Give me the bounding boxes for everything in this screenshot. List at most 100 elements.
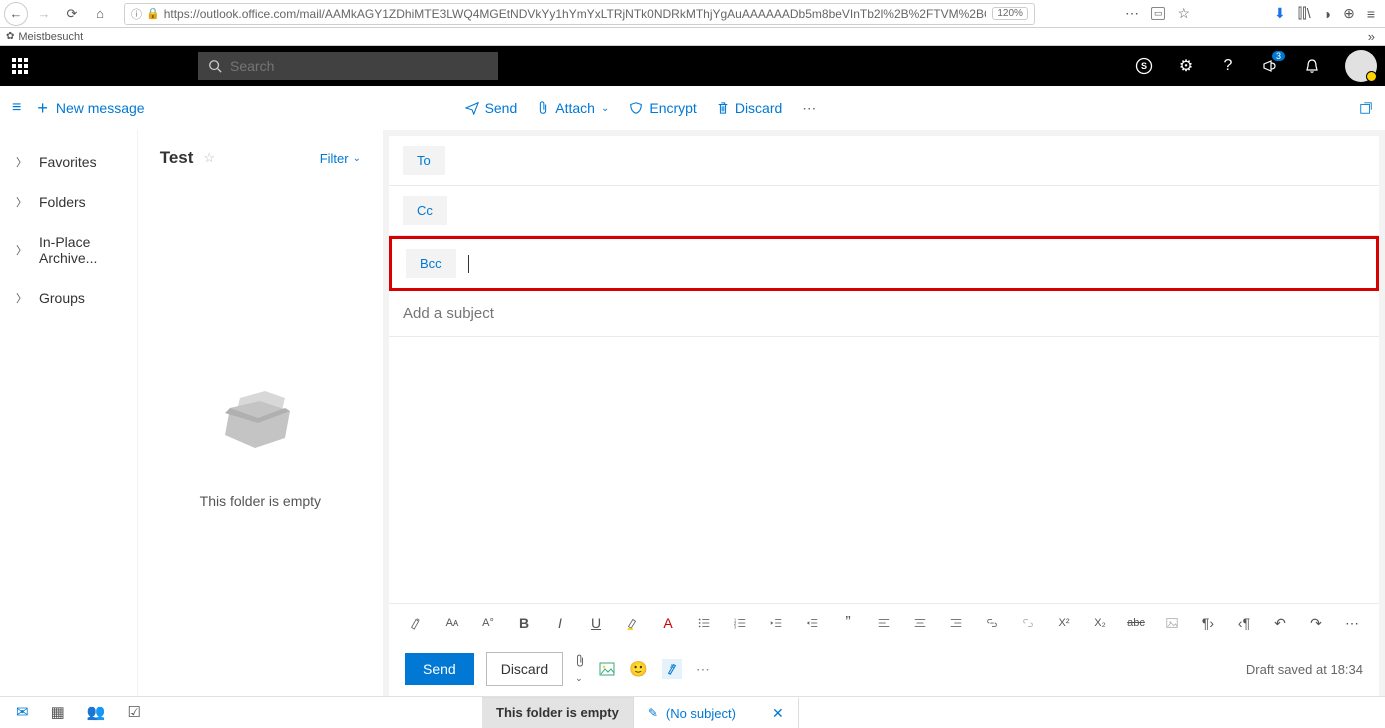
hamburger-icon[interactable]: ≡ — [12, 99, 21, 117]
bell-icon[interactable] — [1303, 57, 1321, 75]
bcc-label[interactable]: Bcc — [406, 249, 456, 278]
outdent-icon[interactable] — [765, 612, 787, 634]
reader-icon[interactable]: ▭ — [1151, 7, 1166, 20]
highlight-icon[interactable] — [621, 612, 643, 634]
url-bar[interactable]: ⓘ 🔒 https://outlook.office.com/mail/AAMk… — [124, 3, 1035, 25]
insert-picture-icon[interactable] — [599, 662, 615, 676]
mail-module-icon[interactable]: ✉ — [16, 703, 29, 721]
forward-button[interactable]: → — [32, 2, 56, 26]
emoji-icon[interactable]: 🙂 — [629, 660, 648, 678]
announce-icon[interactable]: 3 — [1261, 57, 1279, 75]
bookmark-item[interactable]: Meistbesucht — [18, 31, 83, 43]
bookmark-star-icon[interactable]: ☆ — [1177, 5, 1190, 22]
format-painter-icon[interactable] — [405, 612, 427, 634]
popout-icon[interactable] — [1359, 101, 1373, 115]
tasks-module-icon[interactable]: ☑ — [127, 703, 140, 721]
ltr-icon[interactable]: ¶› — [1197, 612, 1219, 634]
format-more-icon[interactable]: ⋯ — [1341, 612, 1363, 634]
send-more-icon[interactable]: ⋯ — [696, 661, 710, 678]
nav-groups[interactable]: 〉Groups — [0, 278, 137, 318]
app-launcher-icon[interactable] — [12, 58, 28, 74]
shield-icon[interactable]: ⊕ — [1343, 5, 1355, 22]
align-left-icon[interactable] — [873, 612, 895, 634]
tab-folder[interactable]: This folder is empty — [482, 697, 634, 728]
command-bar: ≡ + New message Send Attach ⌄ Encrypt Di… — [0, 86, 1385, 130]
favorite-star-icon[interactable]: ☆ — [203, 150, 215, 166]
nav-folders[interactable]: 〉Folders — [0, 182, 137, 222]
info-icon: ⓘ — [131, 6, 142, 22]
trash-icon — [717, 101, 729, 115]
more-icon[interactable]: ⋯ — [1125, 5, 1139, 22]
send-action[interactable]: Send — [465, 100, 518, 116]
app-header: S ⚙ ? 3 — [0, 46, 1385, 86]
reload-button[interactable]: ⟳ — [60, 2, 84, 26]
nav-archive[interactable]: 〉In-Place Archive... — [0, 222, 137, 278]
downloads-icon[interactable]: ⬇ — [1274, 5, 1286, 22]
send-row: Send Discard ⌄ 🙂 A ⋯ Draft saved at 18:3… — [389, 642, 1379, 696]
to-label[interactable]: To — [403, 146, 445, 175]
left-nav: 〉Favorites 〉Folders 〉In-Place Archive...… — [0, 130, 137, 696]
underline-icon[interactable]: U — [585, 612, 607, 634]
cc-label[interactable]: Cc — [403, 196, 447, 225]
nav-favorites[interactable]: 〉Favorites — [0, 142, 137, 182]
font-icon[interactable]: Aᴀ — [441, 612, 463, 634]
link-icon[interactable] — [981, 612, 1003, 634]
library-icon[interactable]: ⫿⫿\ — [1298, 5, 1311, 22]
unlink-icon[interactable] — [1017, 612, 1039, 634]
subscript-icon[interactable]: X₂ — [1089, 612, 1111, 634]
to-input[interactable] — [455, 153, 1365, 169]
attach-dropdown-icon[interactable]: ⌄ — [575, 654, 585, 684]
search-box[interactable] — [198, 52, 498, 80]
empty-state: This folder is empty — [138, 176, 383, 696]
chevron-right-icon: 〉 — [16, 290, 27, 306]
cc-input[interactable] — [457, 203, 1365, 219]
more-actions-icon[interactable]: ⋯ — [802, 100, 816, 117]
chevron-down-icon: ⌄ — [601, 103, 609, 114]
svg-text:S: S — [1141, 61, 1147, 71]
bookmarks-overflow-icon[interactable]: » — [1368, 29, 1379, 44]
close-icon[interactable]: ✕ — [772, 705, 784, 722]
menu-icon[interactable]: ≡ — [1367, 6, 1375, 22]
subject-input[interactable] — [403, 305, 1365, 322]
people-module-icon[interactable]: 👥 — [87, 703, 106, 721]
skype-icon[interactable]: S — [1135, 57, 1153, 75]
encrypt-action[interactable]: Encrypt — [629, 100, 696, 116]
to-row: To — [389, 136, 1379, 186]
italic-icon[interactable]: I — [549, 612, 571, 634]
avatar[interactable] — [1345, 50, 1377, 82]
bold-icon[interactable]: B — [513, 612, 535, 634]
font-size-icon[interactable]: A° — [477, 612, 499, 634]
send-button[interactable]: Send — [405, 653, 474, 685]
indent-icon[interactable] — [801, 612, 823, 634]
font-color-icon[interactable]: A — [657, 612, 679, 634]
bottom-bar: ✉ ▦ 👥 ☑ This folder is empty ✎ (No subje… — [0, 696, 1385, 727]
bcc-input[interactable] — [475, 256, 1362, 272]
filter-button[interactable]: Filter ⌄ — [320, 151, 361, 166]
align-center-icon[interactable] — [909, 612, 931, 634]
message-body[interactable] — [389, 337, 1379, 603]
insert-image-icon[interactable] — [1161, 612, 1183, 634]
rtl-icon[interactable]: ‹¶ — [1233, 612, 1255, 634]
redo-icon[interactable]: ↷ — [1305, 612, 1327, 634]
back-button[interactable]: ← — [4, 2, 28, 26]
align-right-icon[interactable] — [945, 612, 967, 634]
tab-draft[interactable]: ✎ (No subject) ✕ — [634, 697, 799, 728]
numbering-icon[interactable]: 123 — [729, 612, 751, 634]
settings-icon[interactable]: ⚙ — [1177, 57, 1195, 75]
strikethrough-icon[interactable]: abc — [1125, 612, 1147, 634]
signature-icon[interactable]: A — [662, 659, 682, 679]
superscript-icon[interactable]: X² — [1053, 612, 1075, 634]
undo-icon[interactable]: ↶ — [1269, 612, 1291, 634]
attach-action[interactable]: Attach ⌄ — [537, 100, 609, 116]
help-icon[interactable]: ? — [1219, 57, 1237, 75]
zoom-badge[interactable]: 120% — [992, 7, 1028, 20]
discard-button[interactable]: Discard — [486, 652, 563, 686]
home-button[interactable]: ⌂ — [88, 2, 112, 26]
discard-action[interactable]: Discard — [717, 100, 782, 116]
new-message-button[interactable]: + New message — [37, 98, 144, 119]
bullets-icon[interactable] — [693, 612, 715, 634]
search-input[interactable] — [230, 58, 488, 74]
calendar-module-icon[interactable]: ▦ — [51, 703, 65, 721]
quote-icon[interactable]: ” — [837, 612, 859, 634]
container-icon[interactable]: ◑ — [1323, 6, 1331, 22]
